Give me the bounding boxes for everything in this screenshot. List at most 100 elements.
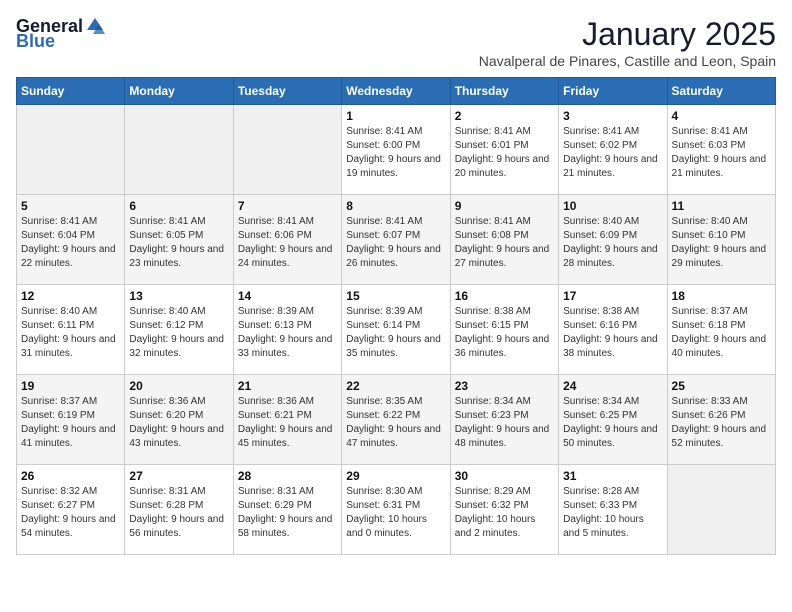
day-info: Sunrise: 8:32 AMSunset: 6:27 PMDaylight:…: [21, 485, 120, 541]
weekday-header: Sunday: [17, 78, 125, 105]
day-number: 16: [455, 289, 554, 303]
calendar-week-row: 5 Sunrise: 8:41 AMSunset: 6:04 PMDaylight…: [17, 195, 776, 285]
day-number: 22: [346, 379, 445, 393]
day-info: Sunrise: 8:29 AMSunset: 6:32 PMDaylight:…: [455, 485, 554, 541]
day-number: 11: [672, 199, 771, 213]
calendar-day-cell: 18Sunrise: 8:37 AMSunset: 6:18 PMDayligh…: [667, 285, 775, 375]
day-info: Sunrise: 8:31 AMSunset: 6:29 PMDaylight:…: [238, 485, 337, 541]
calendar-day-cell: 9Sunrise: 8:41 AMSunset: 6:08 PMDaylight…: [450, 195, 558, 285]
day-number: 21: [238, 379, 337, 393]
day-number: 19: [21, 379, 120, 393]
calendar-day-cell: 21 Sunrise: 8:36 AMSunset: 6:21 PMDayligh…: [233, 375, 341, 465]
weekday-header: Tuesday: [233, 78, 341, 105]
logo-blue-text: Blue: [16, 32, 105, 50]
day-info: Sunrise: 8:36 AMSunset: 6:20 PMDaylight:…: [129, 395, 228, 451]
weekday-header: Friday: [559, 78, 667, 105]
calendar-day-cell: 17 Sunrise: 8:38 AMSunset: 6:16 PMDayligh…: [559, 285, 667, 375]
calendar-day-cell: 22 Sunrise: 8:35 AMSunset: 6:22 PMDayligh…: [342, 375, 450, 465]
day-number: 26: [21, 469, 120, 483]
calendar-day-cell: 11 Sunrise: 8:40 AMSunset: 6:10 PMDayligh…: [667, 195, 775, 285]
day-info: Sunrise: 8:34 AMSunset: 6:23 PMDaylight:…: [455, 395, 554, 451]
calendar-day-cell: 2 Sunrise: 8:41 AMSunset: 6:01 PMDaylight…: [450, 105, 558, 195]
page-header: General Blue January 2025 Navalperal de …: [16, 16, 776, 69]
calendar-day-cell: 31Sunrise: 8:28 AMSunset: 6:33 PMDayligh…: [559, 465, 667, 555]
calendar-day-cell: 16 Sunrise: 8:38 AMSunset: 6:15 PMDayligh…: [450, 285, 558, 375]
day-number: 27: [129, 469, 228, 483]
day-info: Sunrise: 8:31 AMSunset: 6:28 PMDaylight:…: [129, 485, 228, 541]
day-info: Sunrise: 8:41 AMSunset: 6:05 PMDaylight:…: [129, 215, 228, 271]
day-info: Sunrise: 8:41 AMSunset: 6:04 PMDaylight:…: [21, 215, 120, 271]
day-info: Sunrise: 8:40 AMSunset: 6:10 PMDaylight:…: [672, 215, 771, 271]
day-number: 20: [129, 379, 228, 393]
calendar-table: SundayMondayTuesdayWednesdayThursdayFrid…: [16, 77, 776, 555]
day-info: Sunrise: 8:41 AMSunset: 6:07 PMDaylight:…: [346, 215, 445, 271]
calendar-header: SundayMondayTuesdayWednesdayThursdayFrid…: [17, 78, 776, 105]
day-info: Sunrise: 8:40 AMSunset: 6:12 PMDaylight:…: [129, 305, 228, 361]
weekday-header: Wednesday: [342, 78, 450, 105]
calendar-week-row: 19 Sunrise: 8:37 AMSunset: 6:19 PMDayligh…: [17, 375, 776, 465]
calendar-day-cell: 24 Sunrise: 8:34 AMSunset: 6:25 PMDayligh…: [559, 375, 667, 465]
header-row: SundayMondayTuesdayWednesdayThursdayFrid…: [17, 78, 776, 105]
calendar-day-cell: 10Sunrise: 8:40 AMSunset: 6:09 PMDayligh…: [559, 195, 667, 285]
weekday-header: Saturday: [667, 78, 775, 105]
day-number: 9: [455, 199, 554, 213]
day-number: 15: [346, 289, 445, 303]
day-number: 14: [238, 289, 337, 303]
calendar-day-cell: [125, 105, 233, 195]
calendar-day-cell: 8 Sunrise: 8:41 AMSunset: 6:07 PMDaylight…: [342, 195, 450, 285]
calendar-day-cell: [233, 105, 341, 195]
calendar-week-row: 12 Sunrise: 8:40 AMSunset: 6:11 PMDayligh…: [17, 285, 776, 375]
day-number: 17: [563, 289, 662, 303]
day-number: 30: [455, 469, 554, 483]
calendar-day-cell: 19 Sunrise: 8:37 AMSunset: 6:19 PMDayligh…: [17, 375, 125, 465]
day-number: 25: [672, 379, 771, 393]
day-info: Sunrise: 8:34 AMSunset: 6:25 PMDaylight:…: [563, 395, 662, 451]
day-number: 28: [238, 469, 337, 483]
day-number: 8: [346, 199, 445, 213]
day-number: 23: [455, 379, 554, 393]
calendar-day-cell: 7Sunrise: 8:41 AMSunset: 6:06 PMDaylight…: [233, 195, 341, 285]
calendar-day-cell: 27 Sunrise: 8:31 AMSunset: 6:28 PMDayligh…: [125, 465, 233, 555]
calendar-day-cell: 5 Sunrise: 8:41 AMSunset: 6:04 PMDaylight…: [17, 195, 125, 285]
day-number: 3: [563, 109, 662, 123]
calendar-day-cell: [667, 465, 775, 555]
day-number: 29: [346, 469, 445, 483]
day-info: Sunrise: 8:40 AMSunset: 6:11 PMDaylight:…: [21, 305, 120, 361]
month-title: January 2025: [479, 16, 776, 53]
day-info: Sunrise: 8:39 AMSunset: 6:13 PMDaylight:…: [238, 305, 337, 361]
day-number: 2: [455, 109, 554, 123]
calendar-day-cell: 23 Sunrise: 8:34 AMSunset: 6:23 PMDayligh…: [450, 375, 558, 465]
calendar-day-cell: 29 Sunrise: 8:30 AMSunset: 6:31 PMDayligh…: [342, 465, 450, 555]
day-number: 1: [346, 109, 445, 123]
title-block: January 2025 Navalperal de Pinares, Cast…: [479, 16, 776, 69]
weekday-header: Thursday: [450, 78, 558, 105]
day-info: Sunrise: 8:40 AMSunset: 6:09 PMDaylight:…: [563, 215, 662, 271]
calendar-day-cell: 14 Sunrise: 8:39 AMSunset: 6:13 PMDayligh…: [233, 285, 341, 375]
calendar-day-cell: 3Sunrise: 8:41 AMSunset: 6:02 PMDaylight…: [559, 105, 667, 195]
calendar-day-cell: [17, 105, 125, 195]
day-info: Sunrise: 8:41 AMSunset: 6:01 PMDaylight:…: [455, 125, 554, 181]
day-number: 13: [129, 289, 228, 303]
calendar-day-cell: 25Sunrise: 8:33 AMSunset: 6:26 PMDayligh…: [667, 375, 775, 465]
location-subtitle: Navalperal de Pinares, Castille and Leon…: [479, 53, 776, 69]
day-info: Sunrise: 8:35 AMSunset: 6:22 PMDaylight:…: [346, 395, 445, 451]
day-info: Sunrise: 8:41 AMSunset: 6:00 PMDaylight:…: [346, 125, 445, 181]
day-number: 5: [21, 199, 120, 213]
day-info: Sunrise: 8:41 AMSunset: 6:03 PMDaylight:…: [672, 125, 771, 181]
day-info: Sunrise: 8:36 AMSunset: 6:21 PMDaylight:…: [238, 395, 337, 451]
day-info: Sunrise: 8:39 AMSunset: 6:14 PMDaylight:…: [346, 305, 445, 361]
calendar-day-cell: 6Sunrise: 8:41 AMSunset: 6:05 PMDaylight…: [125, 195, 233, 285]
day-info: Sunrise: 8:38 AMSunset: 6:15 PMDaylight:…: [455, 305, 554, 361]
day-info: Sunrise: 8:30 AMSunset: 6:31 PMDaylight:…: [346, 485, 445, 541]
calendar-day-cell: 13 Sunrise: 8:40 AMSunset: 6:12 PMDayligh…: [125, 285, 233, 375]
calendar-day-cell: 26 Sunrise: 8:32 AMSunset: 6:27 PMDayligh…: [17, 465, 125, 555]
calendar-body: 1 Sunrise: 8:41 AMSunset: 6:00 PMDaylight…: [17, 105, 776, 555]
day-number: 24: [563, 379, 662, 393]
day-number: 4: [672, 109, 771, 123]
day-number: 12: [21, 289, 120, 303]
day-info: Sunrise: 8:37 AMSunset: 6:19 PMDaylight:…: [21, 395, 120, 451]
day-info: Sunrise: 8:38 AMSunset: 6:16 PMDaylight:…: [563, 305, 662, 361]
day-number: 31: [563, 469, 662, 483]
calendar-week-row: 1 Sunrise: 8:41 AMSunset: 6:00 PMDaylight…: [17, 105, 776, 195]
calendar-day-cell: 1 Sunrise: 8:41 AMSunset: 6:00 PMDaylight…: [342, 105, 450, 195]
